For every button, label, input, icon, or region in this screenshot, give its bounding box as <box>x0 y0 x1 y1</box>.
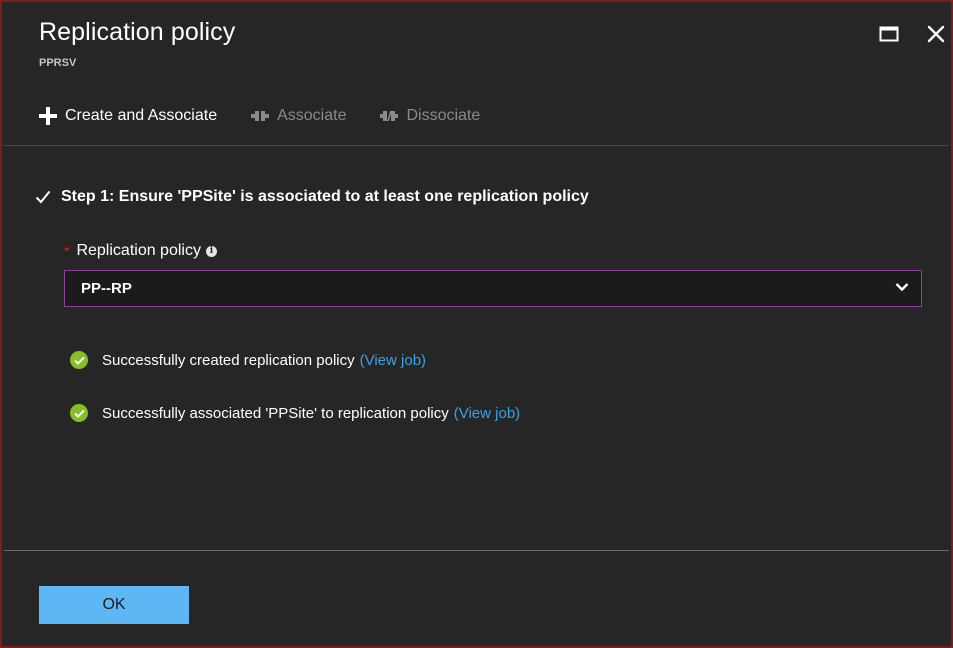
associate-label: Associate <box>277 107 347 124</box>
ok-button[interactable]: OK <box>39 586 189 624</box>
view-job-link-created[interactable]: (View job) <box>360 352 426 369</box>
dissociate-icon <box>380 110 399 122</box>
associate-icon <box>251 110 270 122</box>
required-marker: * <box>64 243 70 259</box>
footer-divider <box>4 550 949 551</box>
associate-button[interactable]: Associate <box>251 107 346 125</box>
chevron-down-icon <box>895 282 909 292</box>
replication-policy-dropdown[interactable]: PP--RP <box>64 270 922 307</box>
checkmark-icon <box>35 190 51 204</box>
toolbar-divider <box>4 145 949 146</box>
blade-title: Replication policy <box>39 18 236 46</box>
replication-policy-selected-value: PP--RP <box>81 280 132 297</box>
view-job-link-associated[interactable]: (View job) <box>454 405 520 422</box>
close-button[interactable] <box>922 20 950 48</box>
status-message-associated-text: Successfully associated 'PPSite' to repl… <box>102 404 449 422</box>
plus-icon <box>39 107 57 125</box>
replication-policy-label: * Replication policy i <box>64 242 217 260</box>
replication-policy-blade: Replication policy PPRSV Create and Asso… <box>0 0 953 648</box>
success-check-icon <box>70 404 88 422</box>
status-message-created-text: Successfully created replication policy <box>102 351 355 369</box>
blade-subtitle: PPRSV <box>39 57 77 69</box>
success-check-icon <box>70 351 88 369</box>
create-and-associate-button[interactable]: Create and Associate <box>39 107 217 125</box>
status-message-created: Successfully created replication policy … <box>70 351 426 369</box>
status-message-associated: Successfully associated 'PPSite' to repl… <box>70 404 520 422</box>
replication-policy-label-text: Replication policy <box>76 242 201 259</box>
dissociate-button[interactable]: Dissociate <box>380 107 480 125</box>
info-icon[interactable]: i <box>205 245 217 257</box>
create-and-associate-label: Create and Associate <box>65 107 218 124</box>
step-1-text: Step 1: Ensure 'PPSite' is associated to… <box>61 188 589 205</box>
dissociate-label: Dissociate <box>406 107 481 124</box>
step-1-header[interactable]: Step 1: Ensure 'PPSite' is associated to… <box>35 188 589 206</box>
maximize-icon <box>879 26 899 42</box>
maximize-button[interactable] <box>875 20 903 48</box>
close-icon <box>927 25 945 43</box>
command-bar: Create and Associate Associate Dissociat… <box>39 101 514 131</box>
